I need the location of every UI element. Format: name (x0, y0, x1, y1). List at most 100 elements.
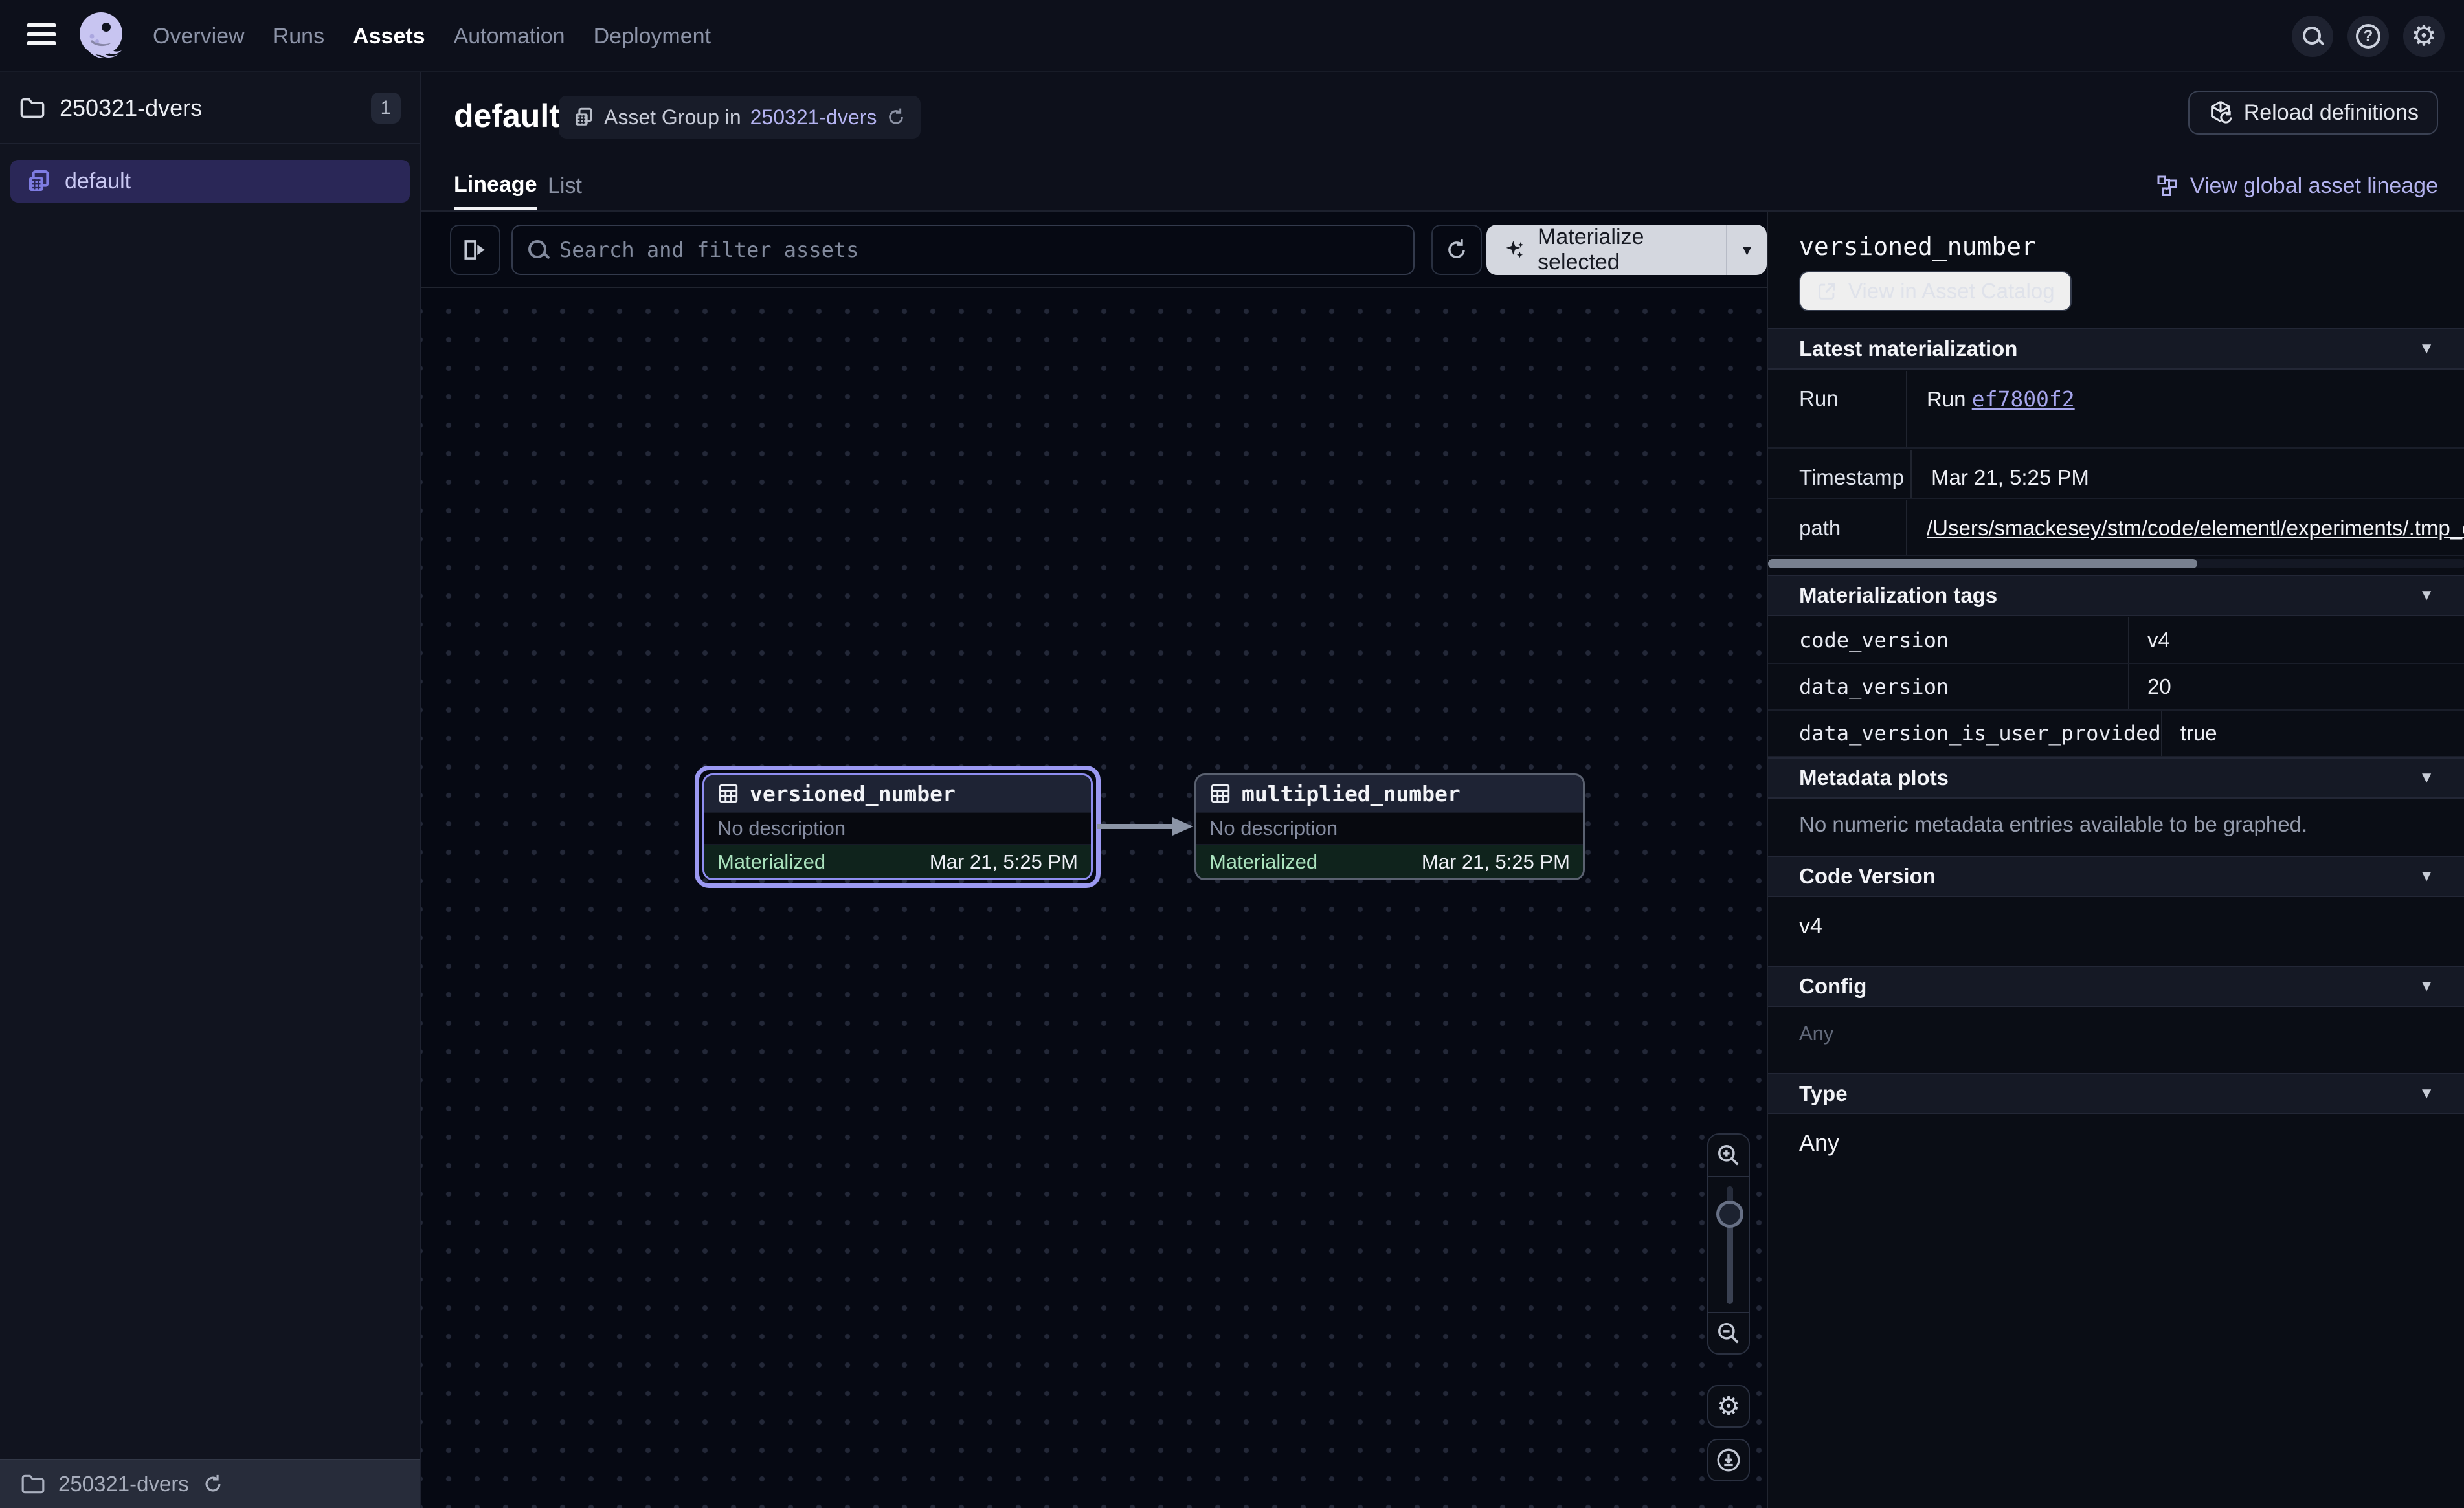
lineage-canvas[interactable]: versioned_number No description Material… (421, 288, 1767, 1508)
zoom-slider-thumb[interactable] (1716, 1201, 1743, 1228)
run-id-link[interactable]: ef7800f2 (1972, 386, 2075, 412)
chevron-down-icon: ▼ (2419, 867, 2434, 885)
latest-run-row: Run Run ef7800f2 (1768, 371, 2464, 449)
asset-group-icon (573, 106, 595, 128)
section-title: Code Version (1799, 864, 1936, 889)
chevron-down-icon: ▼ (2419, 769, 2434, 787)
section-title: Latest materialization (1799, 337, 2017, 361)
nav-item-runs[interactable]: Runs (273, 24, 324, 49)
asset-node-description: No description (704, 812, 1091, 845)
chevron-down-icon: ▼ (2419, 586, 2434, 604)
tab-list-label: List (548, 173, 582, 199)
help-icon: ? (2356, 24, 2380, 49)
section-latest-materialization[interactable]: Latest materialization ▼ (1768, 328, 2464, 370)
settings-button[interactable]: ⚙ (2403, 16, 2445, 57)
path-link[interactable]: /Users/smackesey/stm/code/elementl/exper… (1927, 516, 2464, 540)
refresh-graph-button[interactable] (1431, 225, 1482, 275)
nav-item-overview[interactable]: Overview (153, 24, 245, 49)
section-code-version[interactable]: Code Version ▼ (1768, 856, 2464, 897)
chevron-down-icon: ▼ (2419, 340, 2434, 358)
search-button[interactable] (2292, 16, 2333, 57)
section-metadata-plots[interactable]: Metadata plots ▼ (1768, 757, 2464, 799)
run-prefix: Run (1927, 387, 1972, 411)
asset-node-name: versioned_number (750, 781, 956, 806)
search-placeholder: Search and filter assets (559, 238, 858, 262)
panel-asset-title: versioned_number (1799, 232, 2036, 261)
help-button[interactable]: ? (2347, 16, 2389, 57)
sidebar-group-count-badge: 1 (371, 93, 401, 124)
view-global-asset-lineage-link[interactable]: View global asset lineage (2156, 162, 2438, 210)
nav-item-automation[interactable]: Automation (454, 24, 565, 49)
section-materialization-tags[interactable]: Materialization tags ▼ (1768, 575, 2464, 616)
materialize-selected-button[interactable]: Materialize selected ▾ (1486, 225, 1767, 275)
table-icon (1209, 782, 1231, 804)
asset-node-status: Materialized (717, 850, 825, 874)
run-label: Run (1768, 371, 1907, 447)
lineage-toolbar: Search and filter assets Materialize sel… (421, 212, 1767, 288)
asset-group-badge: Asset Group in 250321-dvers (559, 96, 921, 139)
tab-lineage[interactable]: Lineage (454, 162, 537, 210)
refresh-icon (1444, 238, 1469, 262)
zoom-in-icon (1716, 1143, 1741, 1168)
sidebar-item-label: default (65, 169, 131, 194)
sidebar-group-name: 250321-dvers (60, 94, 371, 122)
download-image-button[interactable] (1707, 1439, 1750, 1481)
tag-row-data-version: data_version 20 (1768, 664, 2464, 711)
hamburger-menu-icon[interactable] (27, 23, 56, 49)
sidebar-footer[interactable]: 250321-dvers (0, 1459, 420, 1508)
asset-search-input[interactable]: Search and filter assets (511, 225, 1415, 275)
dagster-logo[interactable] (73, 8, 129, 65)
reload-definitions-label: Reload definitions (2244, 100, 2419, 126)
asset-node-name: multiplied_number (1242, 781, 1461, 806)
section-config[interactable]: Config ▼ (1768, 966, 2464, 1007)
tab-list[interactable]: List (548, 162, 582, 210)
badge-group-link[interactable]: 250321-dvers (750, 105, 877, 129)
sidebar-group-row[interactable]: 250321-dvers 1 (0, 72, 420, 144)
asset-node-multiplied-number[interactable]: multiplied_number No description Materia… (1194, 773, 1585, 880)
page-header: default Asset Group in 250321-dvers Relo… (421, 72, 2464, 162)
expand-panel-button[interactable] (450, 225, 500, 275)
view-global-asset-lineage-label: View global asset lineage (2190, 173, 2438, 199)
zoom-slider[interactable] (1708, 1176, 1749, 1312)
search-icon (528, 240, 548, 260)
zoom-out-button[interactable] (1708, 1312, 1749, 1353)
run-value: Run ef7800f2 (1907, 371, 2464, 447)
type-value: Any (1799, 1129, 1839, 1157)
materialize-selected-label: Materialize selected (1538, 225, 1709, 275)
section-title: Materialization tags (1799, 583, 1997, 608)
tag-value: 20 (2129, 664, 2464, 709)
asset-node-timestamp: Mar 21, 5:25 PM (930, 850, 1078, 874)
chevron-down-icon: ▼ (2419, 1085, 2434, 1103)
nav-item-deployment[interactable]: Deployment (594, 24, 711, 49)
tab-lineage-label: Lineage (454, 172, 537, 197)
latest-path-row: path /Users/smackesey/stm/code/elementl/… (1768, 500, 2464, 556)
sidebar-item-default[interactable]: default (10, 160, 410, 203)
asset-node-versioned-number[interactable]: versioned_number No description Material… (695, 766, 1101, 888)
materialize-dropdown-button[interactable]: ▾ (1726, 225, 1767, 275)
refresh-icon[interactable] (886, 107, 906, 128)
gear-icon: ⚙ (1717, 1393, 1740, 1419)
section-title: Metadata plots (1799, 766, 1949, 790)
tag-value: v4 (2129, 617, 2464, 663)
panel-horizontal-scrollbar-thumb[interactable] (1768, 559, 2197, 568)
graph-settings-button[interactable]: ⚙ (1707, 1385, 1750, 1428)
panel-horizontal-scrollbar[interactable] (1768, 559, 2464, 568)
badge-prefix: Asset Group in (604, 105, 741, 129)
external-link-icon (1816, 280, 1838, 302)
asset-detail-panel: versioned_number View in Asset Catalog L… (1767, 212, 2464, 1508)
timestamp-label: Timestamp (1768, 450, 1912, 498)
section-type[interactable]: Type ▼ (1768, 1073, 2464, 1114)
top-nav: Overview Runs Assets Automation Deployme… (0, 0, 2464, 72)
lineage-edge-arrow (1095, 811, 1198, 842)
zoom-out-icon (1716, 1321, 1741, 1346)
reload-definitions-button[interactable]: Reload definitions (2188, 91, 2438, 135)
reload-location-icon[interactable] (202, 1473, 224, 1495)
sparkles-icon (1503, 236, 1527, 263)
timestamp-value: Mar 21, 5:25 PM (1912, 450, 2464, 498)
sidebar-footer-label: 250321-dvers (58, 1472, 189, 1496)
zoom-in-button[interactable] (1708, 1135, 1749, 1176)
tag-key: data_version_is_user_provided (1768, 711, 2162, 756)
metadata-plots-empty-text: No numeric metadata entries available to… (1799, 812, 2307, 837)
view-in-asset-catalog-button[interactable]: View in Asset Catalog (1799, 271, 2072, 311)
nav-item-assets[interactable]: Assets (353, 24, 425, 49)
